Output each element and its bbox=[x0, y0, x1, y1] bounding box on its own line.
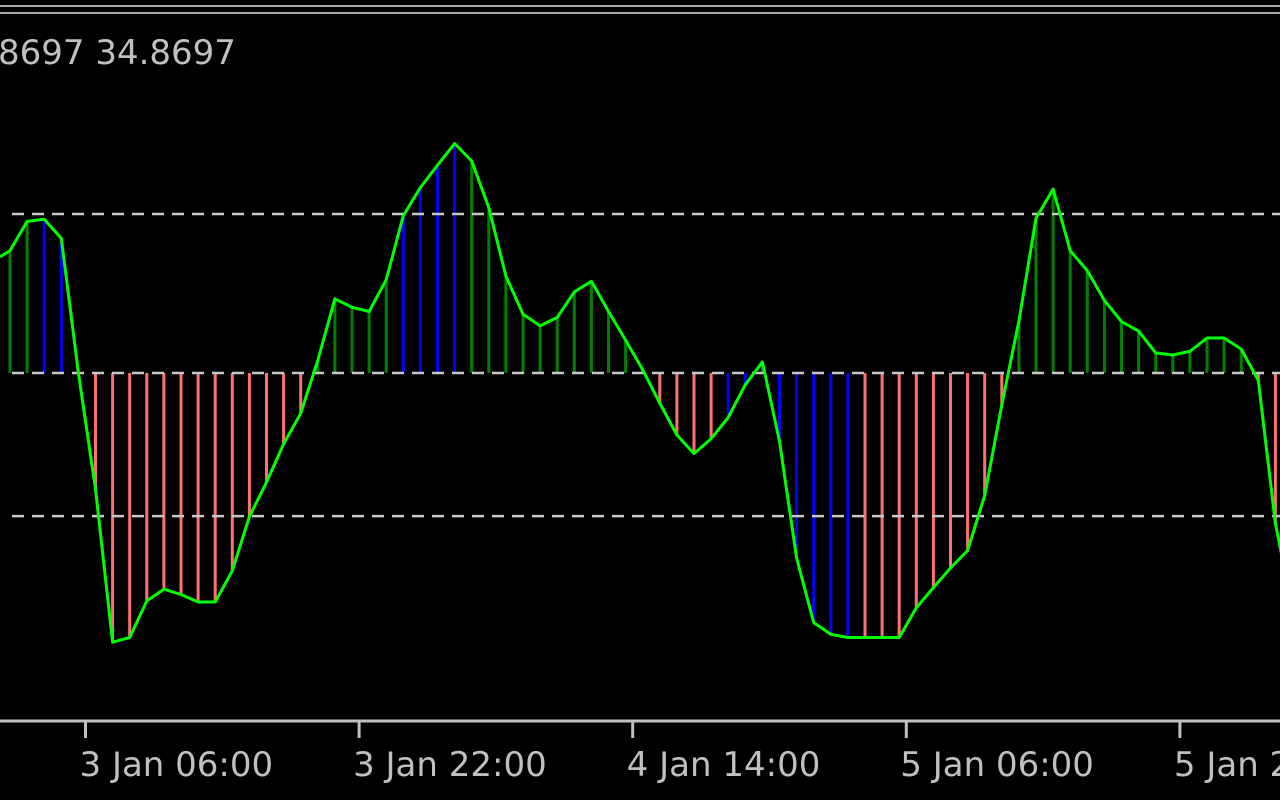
level-lines bbox=[12, 212, 1280, 518]
histogram-bars bbox=[8, 143, 1277, 643]
oscillator-chart[interactable]: 8697 34.8697 3 Jan 06:00 3 Jan 22:00 4 Jan… bbox=[0, 0, 1280, 800]
chart-window: 8697 34.8697 3 Jan 06:00 3 Jan 22:00 4 Jan… bbox=[0, 0, 1280, 800]
x-tick-label: 3 Jan 22:00 bbox=[353, 745, 547, 785]
oscillator-line-layer bbox=[0, 142, 1280, 644]
x-axis-ticks: 3 Jan 06:00 3 Jan 22:00 4 Jan 14:00 5 Jan 0… bbox=[80, 721, 1280, 785]
oscillator-line bbox=[0, 142, 1280, 644]
x-tick-label: 5 Jan 06:00 bbox=[900, 745, 1094, 785]
indicator-value-readout: 8697 34.8697 bbox=[0, 33, 236, 73]
x-tick-label: 5 Jan 22:00 bbox=[1174, 745, 1280, 785]
x-tick-label: 3 Jan 06:00 bbox=[80, 745, 274, 785]
x-tick-label: 4 Jan 14:00 bbox=[627, 745, 821, 785]
